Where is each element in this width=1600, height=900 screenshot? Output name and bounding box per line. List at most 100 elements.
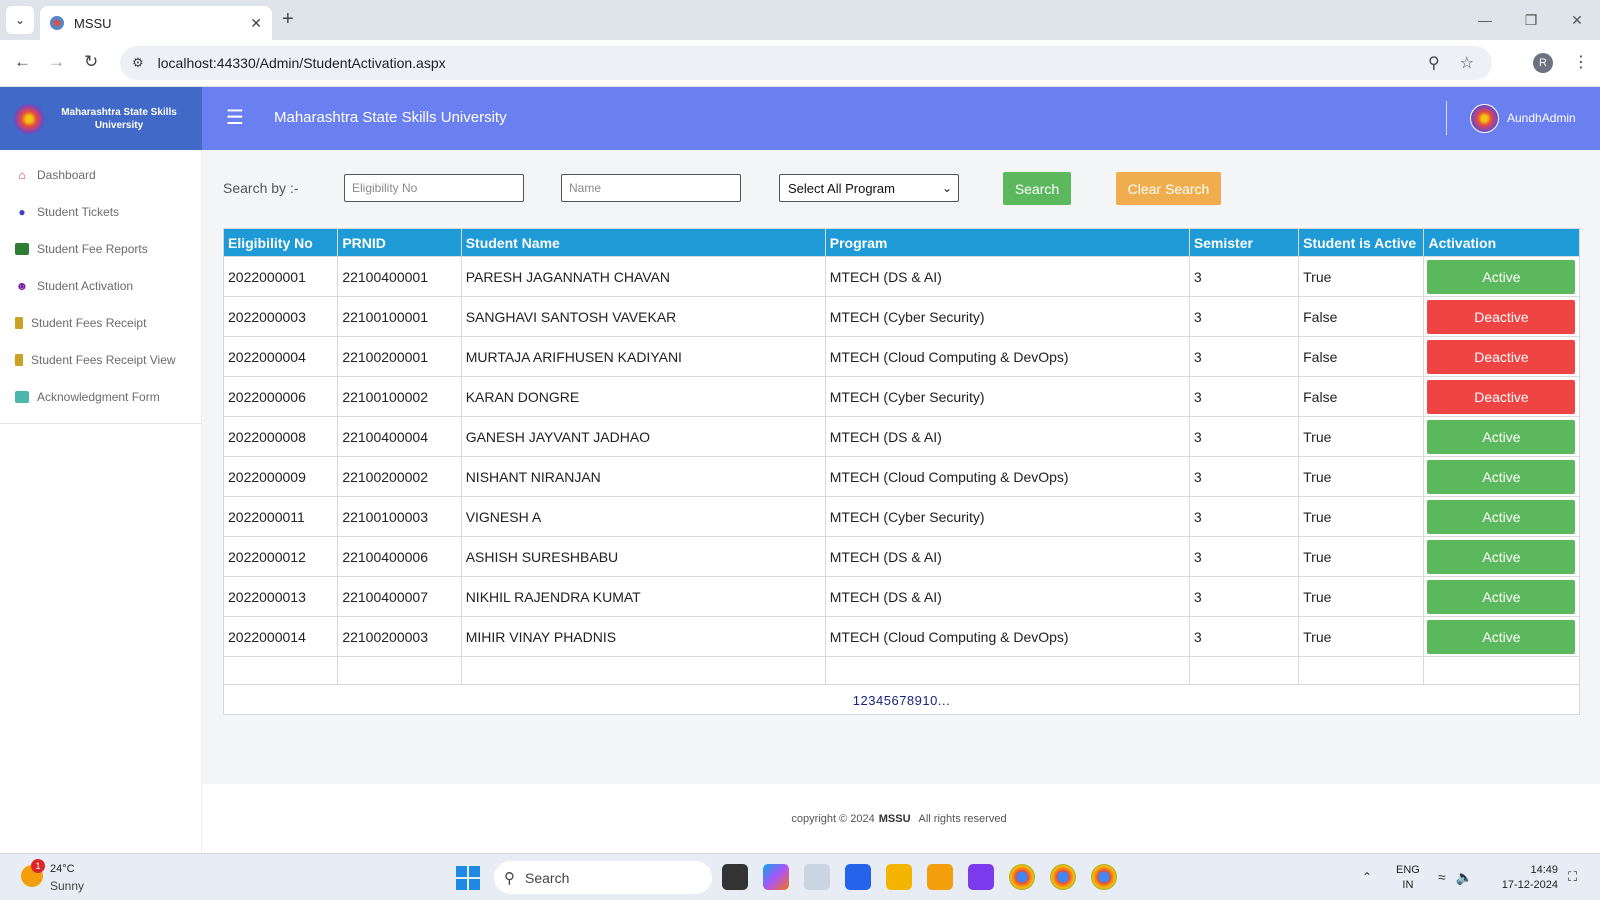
- sidebar-item-student-tickets[interactable]: ● Student Tickets: [0, 193, 201, 230]
- paint-icon[interactable]: [927, 864, 953, 890]
- semester-cell: 3: [1188, 376, 1300, 417]
- close-window-icon[interactable]: ✕: [1554, 0, 1600, 40]
- active-button[interactable]: Active: [1427, 539, 1576, 574]
- sidebar-item-acknowledgment-form[interactable]: Acknowledgment Form: [0, 378, 201, 415]
- zoom-icon[interactable]: ⚲: [1428, 53, 1440, 73]
- bookmark-star-icon[interactable]: ☆: [1460, 53, 1474, 73]
- chevron-down-icon: ⌄: [941, 181, 952, 195]
- chrome-icon[interactable]: [1009, 864, 1035, 890]
- reload-icon[interactable]: ↻: [84, 52, 98, 72]
- empty-cell: [337, 656, 462, 685]
- file-explorer-icon[interactable]: [886, 864, 912, 890]
- clear-search-button[interactable]: Clear Search: [1116, 172, 1221, 205]
- forward-icon[interactable]: →: [48, 52, 65, 72]
- tab-list-button[interactable]: ⌄: [6, 6, 34, 34]
- tab-title: MSSU: [74, 15, 112, 31]
- semester-cell: 3: [1188, 496, 1300, 537]
- weather-condition[interactable]: Sunny: [50, 879, 84, 893]
- pager-link[interactable]: 3: [868, 693, 876, 708]
- language-indicator[interactable]: ENG IN: [1396, 863, 1420, 893]
- taskbar-search[interactable]: ⚲ Search: [494, 861, 712, 894]
- pager-link[interactable]: 8: [907, 693, 915, 708]
- browser-tab-bar: ⌄ MSSU ✕ + — ❐ ✕: [0, 0, 1600, 40]
- browser-tab[interactable]: MSSU ✕: [40, 6, 272, 40]
- eligibility-no-cell: 2022000014: [222, 616, 339, 657]
- pager-link[interactable]: 10: [922, 693, 937, 708]
- visual-studio-icon[interactable]: [968, 864, 994, 890]
- hamburger-menu-icon[interactable]: ☰: [226, 105, 244, 130]
- table-row: 2022000003 22100100001 SANGHAVI SANTOSH VA…: [222, 296, 1580, 337]
- user-name[interactable]: AundhAdmin: [1507, 111, 1576, 125]
- student-name-cell: ASHISH SURESHBABU: [460, 536, 826, 577]
- prnid-cell: 22100400001: [337, 256, 462, 297]
- back-icon[interactable]: ←: [14, 52, 31, 72]
- site-info-icon[interactable]: ⚙: [132, 55, 144, 71]
- task-view-icon[interactable]: [722, 864, 748, 890]
- url-text[interactable]: localhost:44330/Admin/StudentActivation.…: [158, 55, 446, 71]
- receipt-icon: [15, 316, 23, 329]
- minimize-icon[interactable]: —: [1462, 0, 1508, 40]
- activation-cell: Active: [1423, 576, 1580, 617]
- restore-icon[interactable]: ❐: [1508, 0, 1554, 40]
- footer: copyright © 2024 MSSU All rights reserve…: [202, 784, 1600, 853]
- sidebar-item-student-fees-receipt[interactable]: Student Fees Receipt: [0, 304, 201, 341]
- name-input[interactable]: [561, 174, 741, 202]
- semester-cell: 3: [1188, 336, 1300, 377]
- sidebar-item-student-fee-reports[interactable]: Student Fee Reports: [0, 230, 201, 267]
- pager-link[interactable]: 4: [876, 693, 884, 708]
- clock-date: 17-12-2024: [1501, 879, 1558, 891]
- sidebar-item-student-activation[interactable]: ☻ Student Activation: [0, 267, 201, 304]
- program-cell: MTECH (Cloud Computing & DevOps): [824, 616, 1190, 657]
- program-cell: MTECH (Cyber Security): [824, 296, 1190, 337]
- deactive-button[interactable]: Deactive: [1427, 339, 1576, 374]
- notification-bell-icon[interactable]: ⛶: [1568, 869, 1577, 885]
- deactive-button[interactable]: Deactive: [1427, 299, 1576, 334]
- program-select[interactable]: Select All Program ⌄: [779, 174, 959, 202]
- pager-link[interactable]: 1: [853, 693, 861, 708]
- sidebar-item-student-fees-receipt-view[interactable]: Student Fees Receipt View: [0, 341, 201, 378]
- chrome-profile-icon[interactable]: [1050, 864, 1076, 890]
- volume-icon[interactable]: 🔈: [1456, 869, 1473, 886]
- column-header-activation: Activation: [1423, 228, 1580, 257]
- column-header-student-is-active: Student is Active: [1298, 228, 1425, 257]
- active-button[interactable]: Active: [1427, 419, 1576, 454]
- active-button[interactable]: Active: [1427, 259, 1576, 294]
- wifi-icon[interactable]: ≈: [1438, 869, 1446, 886]
- eligibility-no-input[interactable]: [344, 174, 524, 202]
- prnid-cell: 22100100001: [337, 296, 462, 337]
- copilot-icon[interactable]: [763, 864, 789, 890]
- deactive-button[interactable]: Deactive: [1427, 379, 1576, 414]
- brand-block[interactable]: Maharashtra State Skills University: [0, 87, 202, 150]
- chevron-up-icon[interactable]: ⌃: [1362, 870, 1372, 884]
- prnid-cell: 22100200003: [337, 616, 462, 657]
- weather-temperature[interactable]: 24°C: [50, 863, 75, 875]
- eligibility-no-cell: 2022000011: [222, 496, 339, 537]
- close-tab-icon[interactable]: ✕: [250, 15, 262, 32]
- active-button[interactable]: Active: [1427, 619, 1576, 654]
- system-clock[interactable]: 14:49 17-12-2024: [1496, 863, 1558, 893]
- semester-cell: 3: [1188, 576, 1300, 617]
- address-bar[interactable]: ⚙ localhost:44330/Admin/StudentActivatio…: [120, 46, 1492, 80]
- activation-cell: Deactive: [1423, 376, 1580, 417]
- sidebar-item-label: Student Activation: [37, 278, 134, 293]
- browser-menu-icon[interactable]: ⋮: [1573, 52, 1589, 72]
- table-row: 2022000012 22100400006 ASHISH SURESHBABU MT…: [222, 536, 1580, 577]
- active-button[interactable]: Active: [1427, 579, 1576, 614]
- active-button[interactable]: Active: [1427, 459, 1576, 494]
- pager-link[interactable]: 7: [899, 693, 907, 708]
- new-tab-button[interactable]: +: [282, 8, 294, 31]
- notepad-icon[interactable]: [845, 864, 871, 890]
- sidebar-item-dashboard[interactable]: ⌂ Dashboard: [0, 156, 201, 193]
- chrome-alt-profile-icon[interactable]: [1091, 864, 1117, 890]
- windows-start-icon[interactable]: [456, 866, 480, 890]
- pager-link[interactable]: ...: [938, 693, 950, 708]
- search-button[interactable]: Search: [1003, 172, 1071, 205]
- user-avatar[interactable]: [1470, 104, 1499, 133]
- activation-cell: Active: [1423, 456, 1580, 497]
- semester-cell: 3: [1188, 416, 1300, 457]
- snipping-tool-icon[interactable]: [804, 864, 830, 890]
- active-button[interactable]: Active: [1427, 499, 1576, 534]
- profile-avatar[interactable]: R: [1533, 53, 1553, 73]
- table-row: 2022000001 22100400001 PARESH JAGANNATH CH…: [222, 256, 1580, 297]
- program-cell: MTECH (DS & AI): [824, 536, 1190, 577]
